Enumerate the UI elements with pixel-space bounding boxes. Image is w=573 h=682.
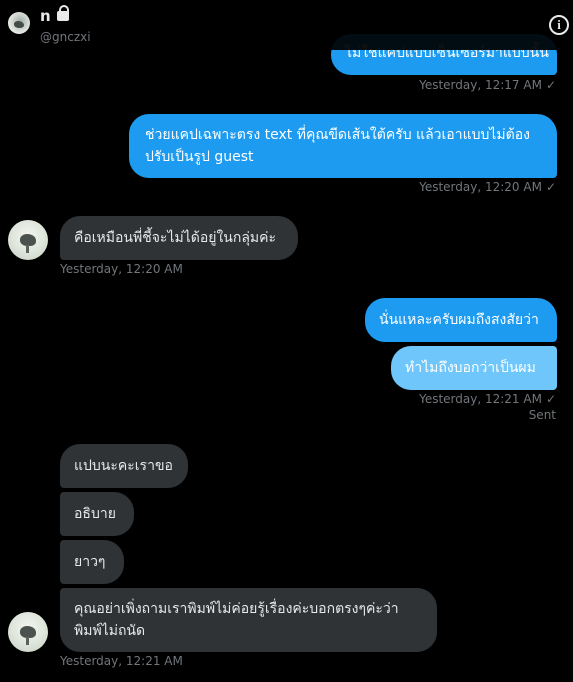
message-timestamp: Yesterday, 12:20 AM ✓ (419, 180, 556, 194)
message-incoming[interactable]: แปบนะคะเราขอ (60, 444, 188, 488)
message-incoming[interactable]: คุณอย่าเพิ่งถามเราพิมพ์ไม่ค่อยรู้เรื่องค… (60, 588, 437, 652)
message-text-line: ปรับเป็นรูป guest (145, 149, 254, 165)
message-text-line: ช่วยแคปเฉพาะตรง text ที่คุณขีดเส้นใต้ครั… (145, 127, 530, 143)
info-icon[interactable]: i (549, 15, 569, 35)
message-text: ยาวๆ (74, 554, 106, 570)
message-text: คือเหมือนพี่ชี้จะไม่ได้อยู่ในกลุ่มค่ะ (74, 230, 277, 246)
message-outgoing[interactable]: ทำไมถึงบอกว่าเป็นผม (391, 346, 557, 390)
message-text-line: คุณอย่าเพิ่งถามเราพิมพ์ไม่ค่อยรู้เรื่องค… (74, 601, 399, 617)
message-text: อธิบาย (74, 506, 116, 522)
message-text-line: พิมพ์ไม่ถนัด (74, 623, 146, 639)
message-status: Sent (528, 408, 556, 422)
check-icon: ✓ (545, 392, 556, 406)
contact-name[interactable]: n (40, 5, 69, 25)
contact-handle[interactable]: @gnczxi (40, 30, 91, 44)
conversation-header: n @gnczxi i (0, 0, 573, 50)
message-text: นั่นแหละครับผมถึงสงสัยว่า (379, 312, 539, 328)
sender-avatar[interactable] (8, 612, 48, 652)
message-outgoing[interactable]: ช่วยแคปเฉพาะตรง text ที่คุณขีดเส้นใต้ครั… (129, 114, 557, 178)
message-text: ทำไมถึงบอกว่าเป็นผม (405, 360, 536, 376)
message-timestamp: Yesterday, 12:21 AM ✓ (419, 392, 556, 406)
check-icon: ✓ (545, 78, 556, 92)
message-timestamp: Yesterday, 12:21 AM (60, 654, 183, 668)
header-avatar[interactable] (8, 12, 30, 34)
message-incoming[interactable]: คือเหมือนพี่ชี้จะไม่ได้อยู่ในกลุ่มค่ะ (60, 216, 298, 260)
message-incoming[interactable]: อธิบาย (60, 492, 134, 536)
lock-icon (56, 5, 69, 21)
message-timestamp: Yesterday, 12:20 AM (60, 262, 183, 276)
message-timestamp: Yesterday, 12:17 AM ✓ (419, 78, 556, 92)
message-incoming[interactable]: ยาวๆ (60, 540, 124, 584)
sender-avatar[interactable] (8, 220, 48, 260)
message-outgoing[interactable]: นั่นแหละครับผมถึงสงสัยว่า (365, 298, 557, 342)
check-icon: ✓ (545, 180, 556, 194)
message-text: แปบนะคะเราขอ (74, 458, 173, 474)
contact-name-text: n (40, 7, 51, 25)
